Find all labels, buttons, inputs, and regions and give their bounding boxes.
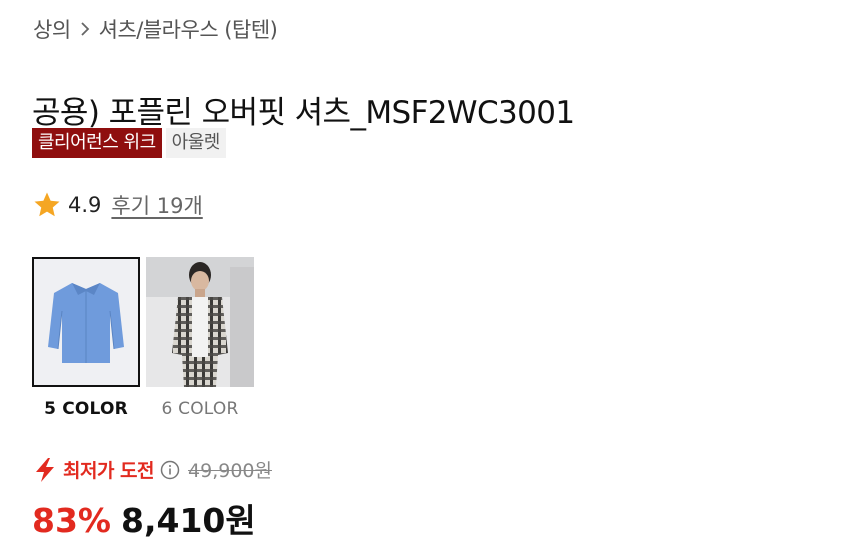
- discount-rate: 83%: [32, 501, 111, 540]
- product-title: 공용) 포플린 오버핏 셔츠_MSF2WC3001: [32, 94, 575, 131]
- original-price: 49,900원: [188, 460, 272, 482]
- color-option-5[interactable]: 5 COLOR: [32, 257, 140, 419]
- rating-score: 4.9: [68, 193, 102, 217]
- color-count-label: 5 COLOR: [44, 399, 128, 419]
- lightning-icon: [36, 457, 54, 482]
- info-icon[interactable]: [160, 460, 180, 480]
- deal-label: 최저가 도전: [63, 460, 155, 482]
- sale-price: 83% 8,410원: [32, 494, 256, 542]
- badge-group: 클리어런스 위크 아울렛: [32, 128, 226, 158]
- color-count-label: 6 COLOR: [161, 399, 239, 419]
- breadcrumb: 상의 셔츠/블라우스 (탑텐): [33, 14, 278, 44]
- breadcrumb-item-shirts[interactable]: 셔츠/블라우스 (탑텐): [99, 14, 278, 44]
- model-thumbnail[interactable]: [146, 257, 254, 387]
- lowest-price-deal: 최저가 도전 49,900원: [33, 456, 272, 483]
- breadcrumb-item-tops[interactable]: 상의: [33, 14, 71, 44]
- model-photo: [146, 257, 254, 387]
- clearance-badge: 클리어런스 위크: [32, 128, 162, 158]
- shirt-thumbnail[interactable]: [32, 257, 140, 387]
- price-amount: 8,410원: [121, 501, 256, 540]
- star-icon: [34, 192, 60, 217]
- review-count-link[interactable]: 후기 19개: [111, 190, 202, 220]
- chevron-right-icon: [71, 21, 99, 37]
- color-option-6[interactable]: 6 COLOR: [146, 257, 254, 419]
- color-options: 5 COLOR 6 COLOR: [32, 257, 254, 419]
- outlet-badge: 아울렛: [165, 128, 226, 158]
- rating-summary: 4.9 후기 19개: [32, 190, 203, 220]
- shirt-image: [34, 259, 138, 385]
